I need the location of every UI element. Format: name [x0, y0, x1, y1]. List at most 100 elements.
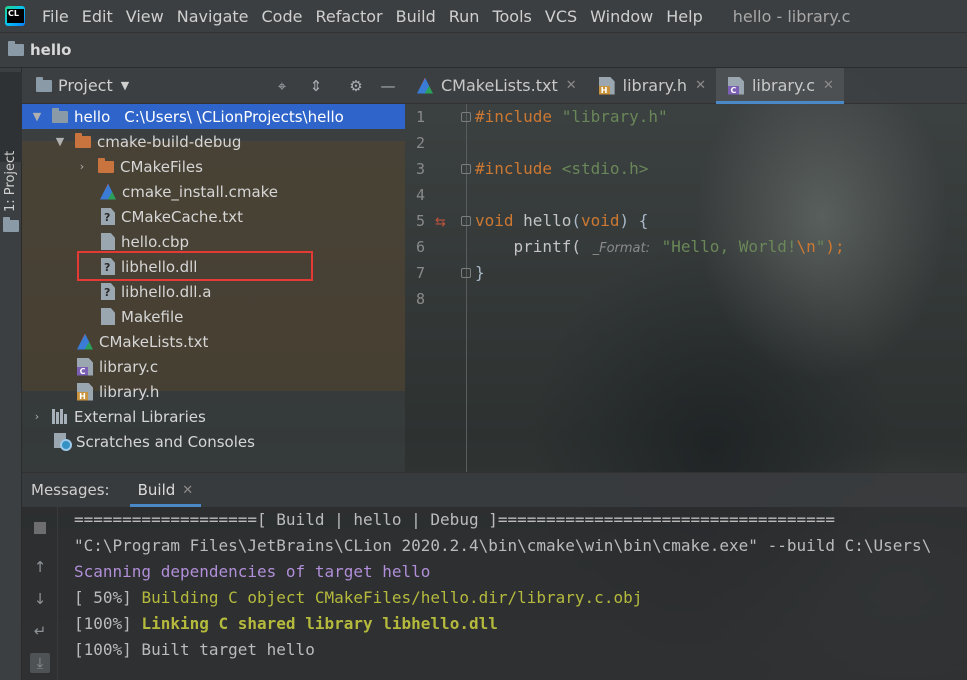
menu-run[interactable]: Run: [442, 7, 486, 26]
code-string: <stdio.h>: [561, 159, 649, 178]
h-file-icon: [598, 76, 615, 95]
tree-item-library-c[interactable]: library.c: [22, 354, 405, 379]
collapse-all-icon[interactable]: ⇕: [306, 76, 326, 96]
code-line-1: #include "library.h": [475, 104, 668, 130]
menu-edit[interactable]: Edit: [75, 7, 119, 26]
fold-marker-icon[interactable]: [461, 112, 471, 122]
folder-orange-icon: [98, 157, 114, 173]
tree-item-cmake-install[interactable]: cmake_install.cmake: [22, 179, 405, 204]
menu-file[interactable]: File: [35, 7, 75, 26]
tree-item-cmake-build-debug[interactable]: ▼ cmake-build-debug: [22, 129, 405, 154]
tree-item-label: library.h: [99, 382, 160, 401]
tree-item-label: Makefile: [121, 307, 184, 326]
soft-wrap-icon[interactable]: ↵: [30, 621, 50, 641]
menu-code[interactable]: Code: [255, 7, 309, 26]
tree-item-external-libraries[interactable]: › External Libraries: [22, 404, 405, 429]
chevron-right-icon[interactable]: ›: [30, 410, 44, 423]
fold-marker-icon[interactable]: [461, 164, 471, 174]
tree-item-cmakefiles[interactable]: › CMakeFiles: [22, 154, 405, 179]
tree-item-label: Scratches and Consoles: [76, 432, 255, 451]
window-title: hello - library.c: [732, 6, 851, 26]
c-file-icon: [727, 76, 744, 95]
library-icon: [52, 409, 70, 424]
console-message: Building C object CMakeFiles/hello.dir/l…: [141, 588, 643, 607]
menu-bar: File Edit View Navigate Code Refactor Bu…: [0, 0, 967, 32]
scroll-to-end-icon[interactable]: ⤓: [30, 653, 50, 673]
tree-item-cmakelists[interactable]: CMakeLists.txt: [22, 329, 405, 354]
unknown-file-icon: [101, 283, 115, 300]
bottom-panel-header: Messages: Build ✕: [22, 473, 967, 507]
tree-item-label: cmake-build-debug: [97, 132, 242, 151]
parameter-hint: _Format:: [592, 241, 650, 256]
close-icon[interactable]: ✕: [566, 78, 577, 93]
chevron-down-icon[interactable]: ▼: [121, 79, 129, 92]
tree-item-cmakecache[interactable]: CMakeCache.txt: [22, 204, 405, 229]
tree-item-makefile[interactable]: Makefile: [22, 304, 405, 329]
cmake-icon: [100, 183, 116, 200]
tab-label: CMakeLists.txt: [441, 76, 558, 95]
menu-build[interactable]: Build: [389, 7, 442, 26]
tree-item-hello[interactable]: ▼ hello C:\Users\ \CLionProjects\hello: [22, 104, 405, 129]
arrow-down-icon[interactable]: ↓: [30, 589, 50, 609]
tree-item-label: hello: [74, 107, 111, 126]
tree-item-libhello-dll-a[interactable]: libhello.dll.a: [22, 279, 405, 304]
console-line: Scanning dependencies of target hello: [74, 562, 431, 581]
navigate-to-declaration-icon[interactable]: ⇆: [435, 215, 446, 230]
folder-orange-icon: [75, 132, 91, 148]
gear-icon[interactable]: ⚙: [346, 76, 366, 96]
hide-icon[interactable]: —: [378, 76, 398, 96]
menu-navigate[interactable]: Navigate: [170, 7, 255, 26]
menu-tools[interactable]: Tools: [485, 7, 537, 26]
close-icon[interactable]: ✕: [695, 78, 706, 93]
console-line: "C:\Program Files\JetBrains\CLion 2020.2…: [74, 536, 932, 555]
chevron-down-icon[interactable]: ▼: [30, 110, 44, 123]
menu-vcs[interactable]: VCS: [538, 7, 583, 26]
code-line-5: void hello(void) {: [475, 208, 648, 234]
line-number: 4: [415, 186, 425, 204]
code-line-3: #include <stdio.h>: [475, 156, 648, 182]
arrow-up-icon[interactable]: ↑: [30, 557, 50, 577]
editor-tab-bar: CMakeLists.txt ✕ library.h ✕ library.c ✕: [405, 68, 967, 104]
close-icon[interactable]: ✕: [182, 483, 193, 498]
code-editor[interactable]: #include "library.h" #include <stdio.h> …: [475, 104, 967, 472]
tab-library-h[interactable]: library.h ✕: [587, 68, 716, 103]
breadcrumb-project[interactable]: hello: [30, 41, 71, 59]
tab-library-c[interactable]: library.c ✕: [715, 68, 844, 104]
tree-item-libhello-dll[interactable]: libhello.dll: [22, 254, 405, 279]
tab-label: library.c: [751, 76, 816, 95]
tree-item-library-h[interactable]: library.h: [22, 379, 405, 404]
code-call: printf(: [475, 237, 581, 256]
tab-cmakelists[interactable]: CMakeLists.txt ✕: [405, 68, 587, 103]
menu-help[interactable]: Help: [659, 7, 708, 26]
tab-build[interactable]: Build ✕: [129, 473, 202, 507]
tree-item-scratches[interactable]: Scratches and Consoles: [22, 429, 405, 454]
project-tool-window-button[interactable]: 1: Project: [0, 72, 22, 232]
chevron-right-icon[interactable]: ›: [75, 160, 89, 173]
project-panel-header: Project ▼ ⌖ ⇕ ⚙ —: [22, 68, 405, 104]
fold-marker-icon[interactable]: [461, 268, 471, 278]
menu-view[interactable]: View: [119, 7, 170, 26]
locate-icon[interactable]: ⌖: [272, 76, 292, 96]
tree-item-hello-cbp[interactable]: hello.cbp: [22, 229, 405, 254]
build-tool-window: Messages: Build ✕ ↑ ↓ ↵ ⤓ ==============…: [22, 472, 967, 680]
line-number: 5: [415, 212, 425, 230]
tab-label: library.h: [622, 76, 688, 95]
code-line-6: printf( _Format: "Hello, World!\n");: [475, 234, 845, 260]
fold-marker-icon[interactable]: [461, 216, 471, 226]
menu-window[interactable]: Window: [583, 7, 659, 26]
console-message: Linking C shared library libhello.dll: [141, 614, 498, 633]
project-tool-label: 1: Project: [3, 150, 18, 212]
cmake-icon: [417, 77, 433, 94]
code-function-name: hello: [523, 211, 572, 230]
stop-icon[interactable]: [30, 517, 50, 537]
build-toolbar: ↑ ↓ ↵ ⤓: [22, 507, 58, 680]
line-number: 6: [415, 238, 425, 256]
chevron-down-icon[interactable]: ▼: [53, 135, 67, 148]
build-console[interactable]: ===================[ Build | hello | Deb…: [74, 507, 967, 680]
menu-refactor[interactable]: Refactor: [308, 7, 388, 26]
close-icon[interactable]: ✕: [823, 78, 834, 93]
unknown-file-icon: [101, 258, 115, 275]
console-progress: [ 50%]: [74, 588, 142, 607]
console-line: [100%] Linking C shared library libhello…: [74, 611, 498, 637]
project-view-selector[interactable]: Project: [58, 76, 113, 95]
